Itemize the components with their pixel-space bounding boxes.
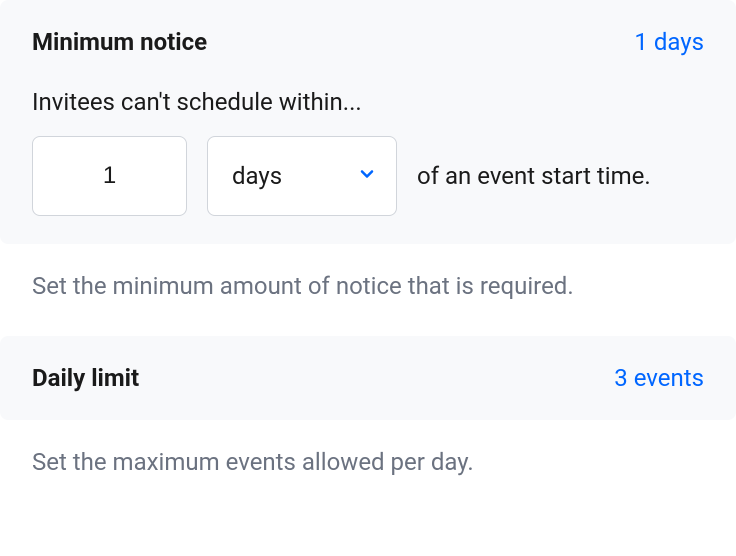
minimum-notice-summary: 1 days <box>634 28 704 56</box>
notice-amount-input[interactable] <box>32 136 187 216</box>
daily-limit-title: Daily limit <box>32 364 139 392</box>
minimum-notice-title: Minimum notice <box>32 28 207 56</box>
notice-unit-select[interactable]: days <box>207 136 397 216</box>
minimum-notice-label: Invitees can't schedule within... <box>32 88 704 116</box>
section-spacer <box>0 304 736 336</box>
daily-limit-description: Set the maximum events allowed per day. <box>0 444 736 480</box>
daily-limit-section: Daily limit 3 events <box>0 336 736 420</box>
minimum-notice-section: Minimum notice 1 days Invitees can't sch… <box>0 0 736 244</box>
daily-limit-header: Daily limit 3 events <box>32 364 704 392</box>
minimum-notice-form-row: days of an event start time. <box>32 136 704 216</box>
notice-trailing-text: of an event start time. <box>417 158 704 194</box>
minimum-notice-description: Set the minimum amount of notice that is… <box>0 268 736 304</box>
daily-limit-summary: 3 events <box>614 364 704 392</box>
minimum-notice-header: Minimum notice 1 days <box>32 28 704 56</box>
notice-unit-select-wrapper: days <box>207 136 397 216</box>
